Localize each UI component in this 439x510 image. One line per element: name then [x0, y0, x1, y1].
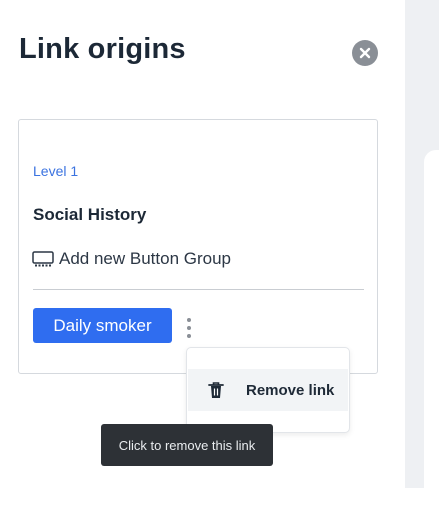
kebab-vertical-icon[interactable] [183, 318, 195, 338]
background-card [424, 150, 439, 510]
add-button-group-label: Add new Button Group [59, 249, 232, 268]
remove-link-menu-item[interactable]: Remove link [188, 369, 348, 411]
add-button-group-link[interactable]: Add new Button Group [32, 249, 231, 269]
context-menu: Remove link [186, 347, 350, 433]
panel-title: Link origins [19, 33, 186, 65]
remove-link-label: Remove link [246, 381, 335, 399]
divider [33, 289, 364, 290]
close-x-icon [359, 47, 371, 59]
daily-smoker-button[interactable]: Daily smoker [33, 308, 172, 343]
link-origins-panel: Link origins Level 1 Social History Add … [0, 0, 405, 488]
tooltip-text: Click to remove this link [118, 437, 256, 453]
close-button[interactable] [352, 40, 378, 66]
trash-icon [208, 382, 224, 398]
keyboard-icon [32, 251, 54, 267]
section-title: Social History [33, 205, 147, 224]
level-label: Level 1 [33, 163, 79, 179]
tooltip: Click to remove this link [101, 424, 273, 466]
